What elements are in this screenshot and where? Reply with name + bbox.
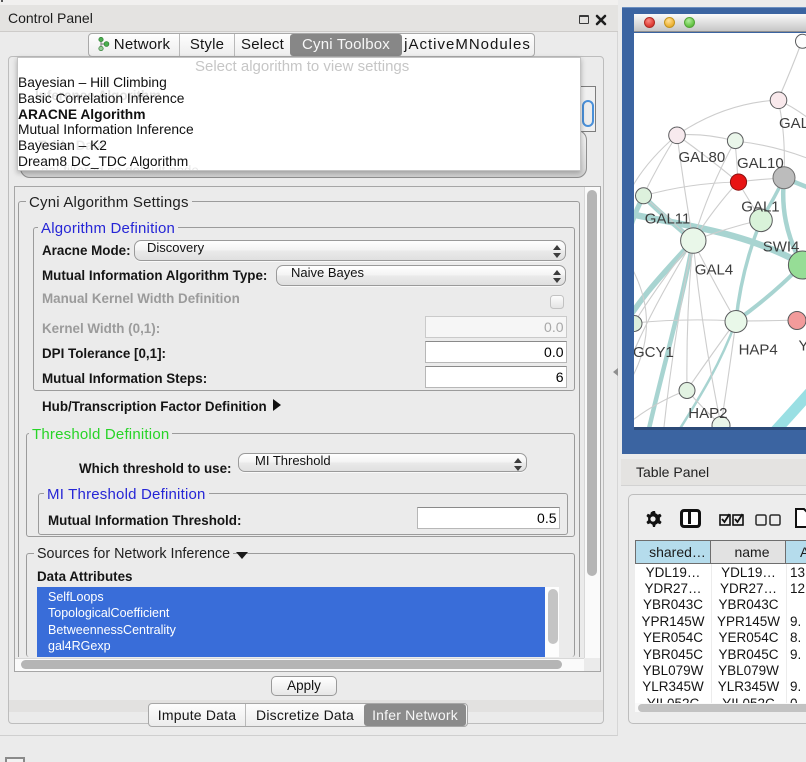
svg-text:GAL4: GAL4 xyxy=(695,262,733,279)
svg-text:GAL1: GAL1 xyxy=(741,199,779,216)
svg-text:GAL11: GAL11 xyxy=(645,211,691,228)
svg-text:SWI4: SWI4 xyxy=(763,239,800,256)
svg-text:HAP4: HAP4 xyxy=(739,341,778,358)
svg-text:GAL2: GAL2 xyxy=(779,115,806,132)
svg-text:GAL10: GAL10 xyxy=(737,155,784,172)
svg-text:GAL80: GAL80 xyxy=(679,149,726,166)
svg-text:YM: YM xyxy=(799,338,806,355)
svg-text:GCY1: GCY1 xyxy=(634,344,674,361)
svg-text:HAP2: HAP2 xyxy=(688,405,727,422)
